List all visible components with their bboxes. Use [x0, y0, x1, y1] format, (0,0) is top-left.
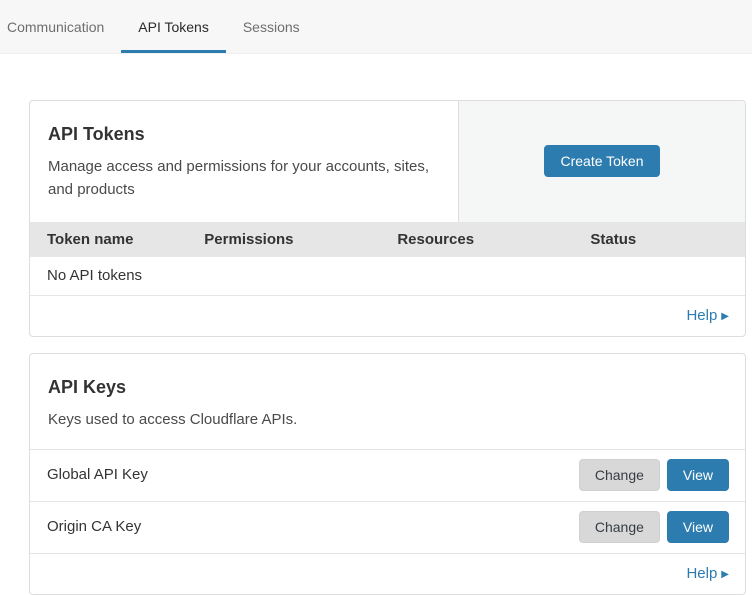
- tab-bar: Communication API Tokens Sessions: [0, 0, 752, 54]
- api-tokens-title: API Tokens: [48, 124, 440, 145]
- main-content: API Tokens Manage access and permissions…: [29, 100, 746, 595]
- origin-ca-key-change-button[interactable]: Change: [579, 511, 660, 543]
- tab-communication[interactable]: Communication: [0, 0, 121, 53]
- global-api-key-actions: Change View: [579, 459, 729, 491]
- origin-ca-key-view-button[interactable]: View: [667, 511, 729, 543]
- api-tokens-help-link[interactable]: Help ▶: [686, 307, 729, 324]
- help-arrow-icon: ▶: [721, 311, 729, 322]
- origin-ca-key-label: Origin CA Key: [47, 518, 141, 535]
- api-keys-help-link[interactable]: Help ▶: [686, 565, 729, 582]
- global-api-key-label: Global API Key: [47, 466, 148, 483]
- column-header-resources: Resources: [380, 231, 573, 248]
- token-table-empty-message: No API tokens: [30, 257, 745, 295]
- api-keys-title: API Keys: [48, 377, 727, 398]
- api-keys-card-header: API Keys Keys used to access Cloudflare …: [30, 354, 745, 449]
- api-tokens-card-header-text: API Tokens Manage access and permissions…: [30, 101, 459, 222]
- origin-ca-key-actions: Change View: [579, 511, 729, 543]
- tab-sessions[interactable]: Sessions: [226, 0, 317, 53]
- api-keys-description: Keys used to access Cloudflare APIs.: [48, 408, 448, 431]
- global-api-key-change-button[interactable]: Change: [579, 459, 660, 491]
- api-tokens-card-footer: Help ▶: [30, 295, 745, 336]
- help-link-label: Help: [686, 307, 717, 324]
- api-keys-card: API Keys Keys used to access Cloudflare …: [29, 353, 746, 595]
- create-token-button[interactable]: Create Token: [544, 145, 659, 177]
- column-header-status: Status: [573, 231, 745, 248]
- api-key-row-global: Global API Key Change View: [30, 449, 745, 501]
- profile-settings-page: Communication API Tokens Sessions API To…: [0, 0, 752, 595]
- api-tokens-card: API Tokens Manage access and permissions…: [29, 100, 746, 337]
- api-tokens-card-header: API Tokens Manage access and permissions…: [30, 101, 745, 222]
- column-header-permissions: Permissions: [187, 231, 380, 248]
- help-arrow-icon: ▶: [721, 569, 729, 580]
- help-link-label: Help: [686, 565, 717, 582]
- api-tokens-card-action-area: Create Token: [459, 101, 745, 222]
- api-keys-card-footer: Help ▶: [30, 553, 745, 594]
- token-table-header-row: Token name Permissions Resources Status: [30, 222, 745, 257]
- api-tokens-description: Manage access and permissions for your a…: [48, 155, 440, 202]
- column-header-token-name: Token name: [30, 231, 187, 248]
- api-key-row-origin-ca: Origin CA Key Change View: [30, 501, 745, 553]
- tab-api-tokens[interactable]: API Tokens: [121, 0, 226, 53]
- global-api-key-view-button[interactable]: View: [667, 459, 729, 491]
